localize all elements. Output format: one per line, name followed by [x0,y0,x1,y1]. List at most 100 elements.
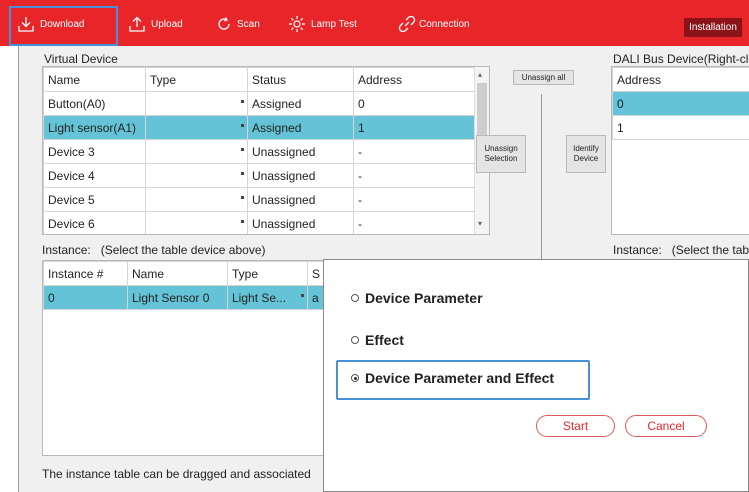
device-status-cell[interactable]: Assigned [247,91,354,116]
device-address-cell[interactable]: 0 [353,91,475,116]
column-header-name[interactable]: Name [127,261,228,286]
start-button[interactable]: Start [536,415,615,437]
device-name-cell[interactable]: Device 6 [43,211,146,234]
cancel-label: Cancel [647,419,685,433]
dropdown-arrow-icon[interactable] [241,172,244,175]
connection-button[interactable]: Connection [397,14,470,34]
unassign-selection-button[interactable]: Unassign Selection [476,135,526,173]
dropdown-arrow-icon[interactable] [241,124,244,127]
dali-address-cell[interactable]: 1 [612,115,749,140]
identify-device-label-line2: Device [573,154,599,163]
scan-button[interactable]: Scan [216,14,260,34]
device-address-cell[interactable]: - [353,211,475,234]
option-effect[interactable]: Effect [351,332,404,348]
unassign-selection-label-line2: Selection [484,154,518,163]
lamp-test-label: Lamp Test [311,18,357,30]
identify-device-button[interactable]: Identify Device [566,135,606,173]
refresh-icon [218,17,230,30]
dali-bus-title: DALI Bus Device(Right-cl [613,52,749,66]
device-name-cell[interactable]: Device 5 [43,187,146,212]
splitter-line[interactable] [541,94,542,254]
instance-hint: (Select the table device above) [100,243,266,257]
table-row[interactable]: 1 [612,115,749,140]
unassign-all-button[interactable]: Unassign all [513,70,574,85]
installation-button[interactable]: Installation [684,18,742,37]
instance-left-label: Instance: (Select the table device above… [42,243,265,257]
virtual-device-header-row: Name Type Status Address [43,67,475,92]
dali-address-cell[interactable]: 0 [612,91,749,116]
table-row[interactable]: Device 6 Unassigned - [43,211,475,234]
instance-name-cell[interactable]: Light Sensor 0 [127,285,228,310]
table-row[interactable]: 0 [612,91,749,116]
column-header-type[interactable]: Type [227,261,308,286]
start-label: Start [562,419,589,433]
download-options-dialog: Device Parameter Effect Device Parameter… [323,259,749,492]
device-address-cell[interactable]: - [353,163,475,188]
table-row[interactable]: Device 3 Unassigned - [43,139,475,164]
instance-label: Instance: [42,243,91,257]
option-label: Device Parameter and Effect [365,370,555,386]
download-focus-frame [9,6,118,46]
identify-device-label-line1: Identify [573,144,599,153]
virtual-device-table-panel: Name Type Status Address Button(A0) Assig… [42,66,490,235]
table-row[interactable]: 0 Light Sensor 0 Light Se... a [43,285,343,310]
column-header-address[interactable]: Address [353,67,475,92]
device-status-cell[interactable]: Unassigned [247,211,354,234]
dropdown-arrow-icon[interactable] [241,148,244,151]
instance-table: Instance # Name Type S 0 Light Sensor 0 … [43,261,343,310]
device-type-combo[interactable] [145,187,248,212]
device-name-cell[interactable]: Device 4 [43,163,146,188]
device-type-combo[interactable] [145,163,248,188]
device-status-cell[interactable]: Unassigned [247,163,354,188]
dropdown-arrow-icon[interactable] [241,196,244,199]
cancel-button[interactable]: Cancel [625,415,707,437]
dali-column-header-address[interactable]: Address [612,67,749,92]
instance-right-label: Instance: (Select the tab [613,243,749,257]
virtual-device-title: Virtual Device [44,52,118,66]
device-address-cell[interactable]: - [353,187,475,212]
link-icon [398,15,416,33]
upload-button[interactable]: Upload [128,14,183,34]
column-header-status[interactable]: Status [247,67,354,92]
device-status-cell[interactable]: Assigned [247,115,354,140]
column-header-name[interactable]: Name [43,67,146,92]
table-row[interactable]: Light sensor(A1) Assigned 1 [43,115,475,140]
device-type-combo[interactable] [145,211,248,234]
option-device-parameter[interactable]: Device Parameter [351,290,483,306]
dropdown-arrow-icon[interactable] [241,100,244,103]
lamp-test-button[interactable]: Lamp Test [288,14,357,34]
dali-bus-table-panel: Address 0 1 [611,66,749,235]
device-name-cell[interactable]: Light sensor(A1) [43,115,146,140]
option-device-parameter-and-effect[interactable]: Device Parameter and Effect [351,370,554,386]
dropdown-arrow-icon[interactable] [301,294,304,297]
upload-label: Upload [151,18,183,30]
dali-bus-table: Address 0 1 [612,67,749,140]
instance-number-cell[interactable]: 0 [43,285,128,310]
table-row[interactable]: Button(A0) Assigned 0 [43,91,475,116]
device-address-cell[interactable]: - [353,139,475,164]
device-type-combo[interactable] [145,115,248,140]
device-name-cell[interactable]: Device 3 [43,139,146,164]
footer-hint: The instance table can be dragged and as… [42,467,311,481]
table-row[interactable]: Device 4 Unassigned - [43,163,475,188]
radio-button-selected-icon[interactable] [351,374,359,382]
table-row[interactable]: Device 5 Unassigned - [43,187,475,212]
column-header-instance[interactable]: Instance # [43,261,128,286]
device-type-combo[interactable] [145,139,248,164]
radio-button-icon[interactable] [351,336,359,344]
device-type-combo[interactable] [145,91,248,116]
scroll-up-arrow-icon[interactable]: ▴ [478,70,482,79]
instance-label: Instance: [613,243,662,257]
radio-button-icon[interactable] [351,294,359,302]
upload-icon [129,16,145,32]
scroll-down-arrow-icon[interactable]: ▾ [478,219,482,228]
instance-type-combo[interactable]: Light Se... [227,285,308,310]
dropdown-arrow-icon[interactable] [241,220,244,223]
instance-table-panel: Instance # Name Type S 0 Light Sensor 0 … [42,260,344,456]
device-status-cell[interactable]: Unassigned [247,139,354,164]
device-address-cell[interactable]: 1 [353,115,475,140]
device-status-cell[interactable]: Unassigned [247,187,354,212]
device-name-cell[interactable]: Button(A0) [43,91,146,116]
column-header-type[interactable]: Type [145,67,248,92]
virtual-device-table: Name Type Status Address Button(A0) Assig… [43,67,475,234]
